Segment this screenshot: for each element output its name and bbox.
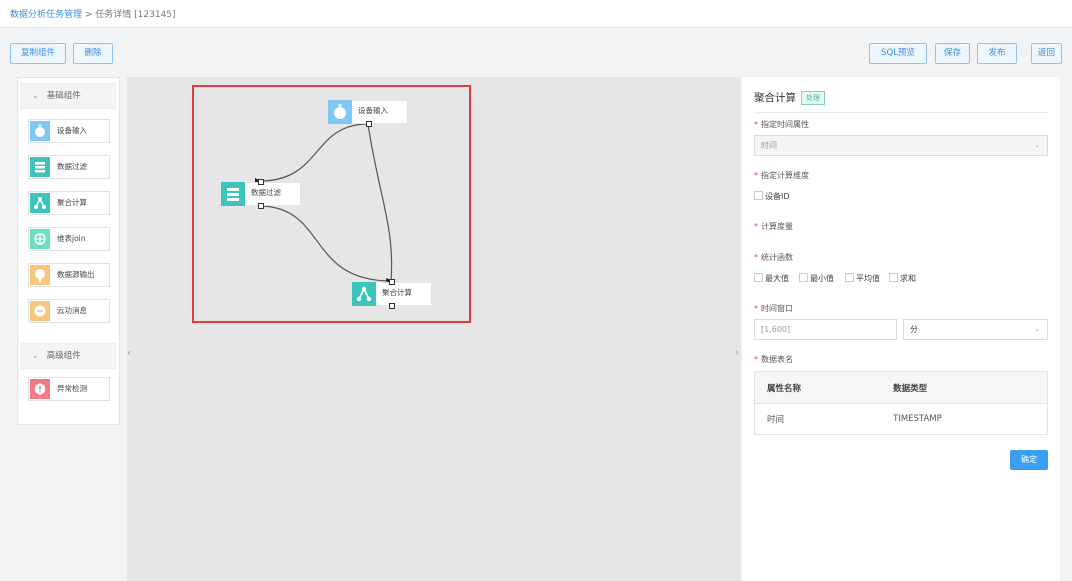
- stat-checkbox-sum[interactable]: 求和: [889, 273, 916, 284]
- measure-label: * 计算度量: [754, 222, 793, 231]
- chevron-down-icon: ⌄: [32, 91, 39, 100]
- edge-input-to-filter: [259, 123, 369, 182]
- anomaly-icon: [30, 379, 50, 399]
- time-window-input[interactable]: [1,600]: [754, 319, 897, 340]
- table-cell: 时间: [767, 415, 785, 425]
- time-attr-value: 时间: [761, 141, 777, 150]
- aggregate-icon: [352, 282, 376, 306]
- table-row: 时间 TIMESTAMP: [755, 404, 1048, 435]
- group-label: 高级组件: [46, 351, 81, 361]
- node-data-filter[interactable]: 数据过滤: [221, 179, 301, 209]
- component-palette: ⌄ 基础组件 设备输入 数据过滤 聚合计算 维表join 数据源输出 云功消息 …: [17, 77, 120, 425]
- flow-canvas[interactable]: ‹ › 设备输入 数据过滤 聚合计算: [127, 77, 741, 581]
- palette-item-dim-join[interactable]: 维表join: [28, 227, 110, 251]
- node-label: 聚合计算: [382, 288, 412, 297]
- chevron-down-icon: ⌄: [32, 351, 39, 360]
- node-label: 数据过滤: [251, 188, 281, 197]
- stat-checkbox-avg[interactable]: 平均值: [845, 273, 880, 284]
- palette-item-data-filter[interactable]: 数据过滤: [28, 155, 110, 179]
- connection-lines: [255, 123, 393, 285]
- palette-item-label: 异常检测: [57, 384, 87, 393]
- breadcrumb-parent-link[interactable]: 数据分析任务管理: [10, 10, 82, 20]
- node-output-port[interactable]: [389, 303, 395, 309]
- join-icon: [30, 229, 50, 249]
- edge-input-to-aggregate: [367, 123, 393, 282]
- back-button[interactable]: 返回: [1031, 43, 1062, 64]
- filter-table-icon: [221, 182, 245, 206]
- breadcrumb-separator: >: [82, 10, 96, 20]
- palette-item-label: 聚合计算: [57, 198, 87, 207]
- palette-item-label: 数据源输出: [57, 270, 95, 279]
- message-icon: [30, 301, 50, 321]
- publish-button[interactable]: 发布: [977, 43, 1017, 64]
- delete-button[interactable]: 删除: [73, 43, 113, 64]
- palette-item-label: 维表join: [57, 234, 86, 243]
- palette-item-label: 设备输入: [57, 126, 87, 135]
- column-header: 数据类型: [881, 371, 1048, 404]
- node-output-port[interactable]: [366, 121, 372, 127]
- palette-item-device-input[interactable]: 设备输入: [28, 119, 110, 143]
- palette-item-datasource-output[interactable]: 数据源输出: [28, 263, 110, 287]
- table-cell: TIMESTAMP: [893, 414, 942, 424]
- filter-table-icon: [30, 157, 50, 177]
- palette-item-label: 云功消息: [57, 306, 87, 315]
- column-header: 属性名称: [754, 371, 882, 404]
- confirm-button[interactable]: 确定: [1010, 450, 1048, 470]
- table-header-row: 属性名称 数据类型: [754, 371, 1048, 404]
- group-label: 基础组件: [46, 91, 81, 101]
- copy-component-button[interactable]: 复制组件: [10, 43, 66, 64]
- breadcrumb-current: 任务详情 [123145]: [95, 10, 176, 20]
- node-label: 设备输入: [358, 106, 388, 115]
- node-input-port[interactable]: [258, 179, 264, 185]
- toolbar: 复制组件 删除 SQL预览 保存 发布 返回: [0, 29, 1072, 75]
- stopwatch-icon: [328, 100, 352, 124]
- time-attr-select[interactable]: 时间 ⌄: [754, 135, 1048, 156]
- palette-item-aggregate[interactable]: 聚合计算: [28, 191, 110, 215]
- breadcrumb: 数据分析任务管理 > 任务详情 [123145]: [0, 0, 1072, 28]
- sql-preview-button[interactable]: SQL预览: [869, 43, 927, 64]
- node-output-port[interactable]: [258, 203, 264, 209]
- aggregate-icon: [30, 193, 50, 213]
- schema-label: * 数据表名: [754, 355, 793, 364]
- time-window-label: * 时间窗口: [754, 304, 793, 313]
- panel-title: 聚合计算: [754, 92, 796, 104]
- time-window-placeholder: [1,600]: [761, 325, 791, 334]
- node-device-input[interactable]: 设备输入: [328, 100, 408, 127]
- divider: [754, 112, 1048, 113]
- schema-table: 属性名称 数据类型 时间 TIMESTAMP: [754, 371, 1048, 435]
- time-unit-select[interactable]: 分 ⌄: [903, 319, 1048, 340]
- palette-item-cloud-message[interactable]: 云功消息: [28, 299, 110, 323]
- dimension-checkbox-device-id[interactable]: 设备ID: [754, 191, 790, 202]
- basic-components-group[interactable]: ⌄ 基础组件: [21, 83, 116, 109]
- output-icon: [30, 265, 50, 285]
- advanced-components-group[interactable]: ⌄ 高级组件: [21, 343, 116, 369]
- chevron-down-icon: ⌄: [1034, 325, 1040, 333]
- stopwatch-icon: [30, 121, 50, 141]
- properties-panel: 聚合计算 处理 * 指定时间属性 时间 ⌄ * 指定计算维度 设备ID * 计算度量 …: [742, 77, 1060, 581]
- status-badge: 处理: [801, 91, 825, 105]
- time-unit-value: 分: [910, 325, 918, 334]
- palette-item-anomaly-detection[interactable]: 异常检测: [28, 377, 110, 401]
- stat-function-label: * 统计函数: [754, 253, 793, 262]
- save-button[interactable]: 保存: [935, 43, 970, 64]
- stat-checkbox-min[interactable]: 最小值: [799, 273, 834, 284]
- palette-item-label: 数据过滤: [57, 162, 87, 171]
- time-attr-label: * 指定时间属性: [754, 120, 809, 129]
- stat-checkbox-max[interactable]: 最大值: [754, 273, 789, 284]
- node-aggregate[interactable]: 聚合计算: [352, 279, 432, 309]
- edge-filter-to-aggregate: [259, 205, 392, 282]
- node-input-port[interactable]: [389, 279, 395, 285]
- dimension-label: * 指定计算维度: [754, 171, 809, 180]
- chevron-down-icon: ⌄: [1034, 141, 1040, 149]
